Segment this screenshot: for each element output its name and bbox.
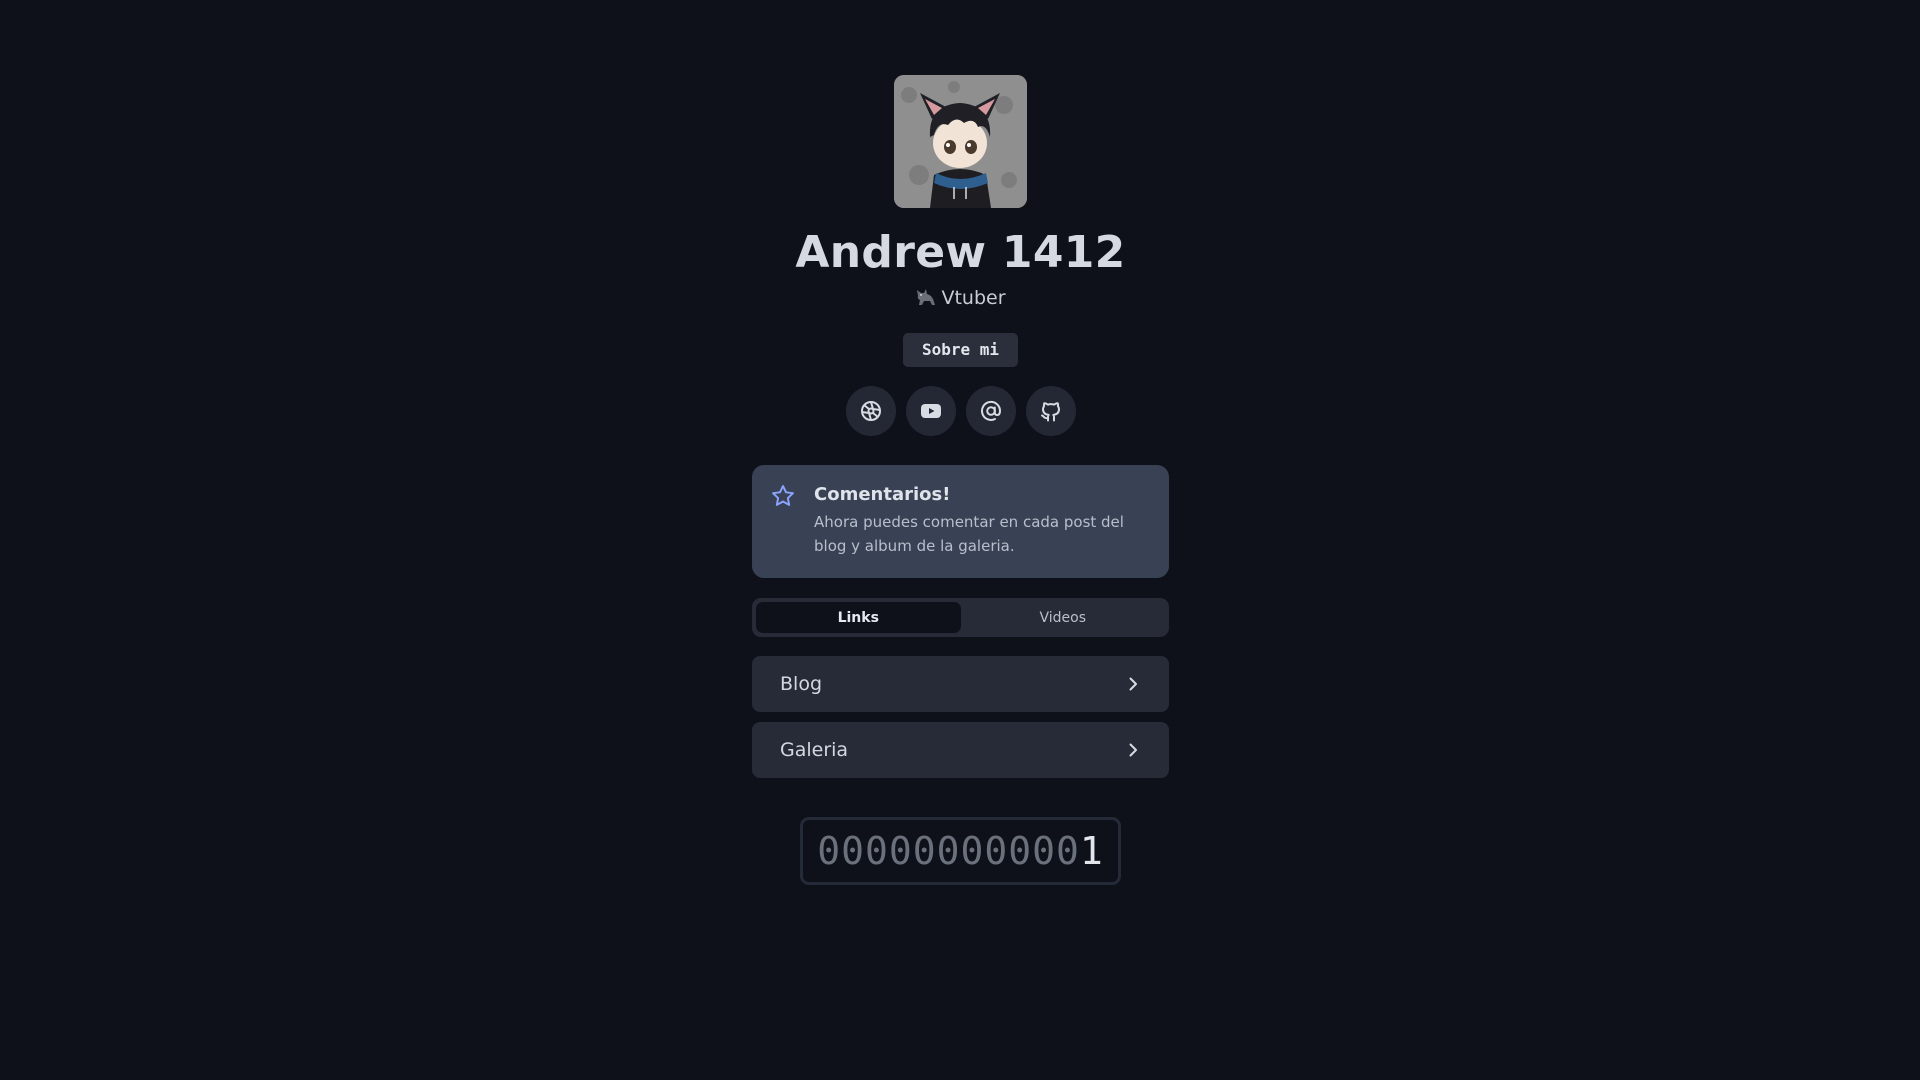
github-icon <box>1040 402 1060 422</box>
social-email-button[interactable] <box>965 386 1016 436</box>
cat-icon <box>915 288 937 308</box>
tab-videos[interactable]: Videos <box>961 602 1166 633</box>
link-label: Blog <box>780 673 822 695</box>
social-github-button[interactable] <box>1025 386 1076 436</box>
youtube-icon <box>920 404 941 418</box>
chevron-right-icon <box>1125 676 1141 692</box>
profile-role: Vtuber <box>915 286 1006 310</box>
globe-network-icon <box>860 401 881 421</box>
profile-page: Andrew 1412 Vtuber Sobre mi Comentarios!… <box>0 0 1920 1080</box>
social-globe-button[interactable] <box>845 386 896 436</box>
profile-name: Andrew 1412 <box>795 227 1126 278</box>
notice-title: Comentarios! <box>814 484 951 505</box>
avatar <box>894 75 1027 208</box>
content-tabs: Links Videos <box>752 598 1169 637</box>
link-blog[interactable]: Blog <box>752 656 1169 712</box>
profile-column: Andrew 1412 Vtuber Sobre mi Comentarios!… <box>752 75 1169 885</box>
notice-body: Ahora puedes comentar en cada post del b… <box>814 513 1124 555</box>
link-list: Blog Galeria <box>752 656 1169 778</box>
avatar-image <box>894 75 1027 208</box>
tab-links[interactable]: Links <box>756 602 961 633</box>
link-label: Galeria <box>780 739 849 761</box>
counter-leading-zeros: 00000000000 <box>817 829 1080 873</box>
visit-counter: 00000000000 1 <box>800 817 1121 885</box>
role-label: Vtuber <box>941 287 1006 309</box>
social-links <box>845 386 1076 436</box>
counter-value: 1 <box>1079 829 1104 873</box>
about-me-button[interactable]: Sobre mi <box>902 333 1019 367</box>
notice-text: Comentarios! Ahora puedes comentar en ca… <box>814 483 1154 578</box>
link-galeria[interactable]: Galeria <box>752 722 1169 778</box>
at-sign-icon <box>980 400 1001 421</box>
notice-card: Comentarios! Ahora puedes comentar en ca… <box>752 465 1169 578</box>
star-icon <box>770 483 796 509</box>
social-youtube-button[interactable] <box>905 386 956 436</box>
chevron-right-icon <box>1125 742 1141 758</box>
